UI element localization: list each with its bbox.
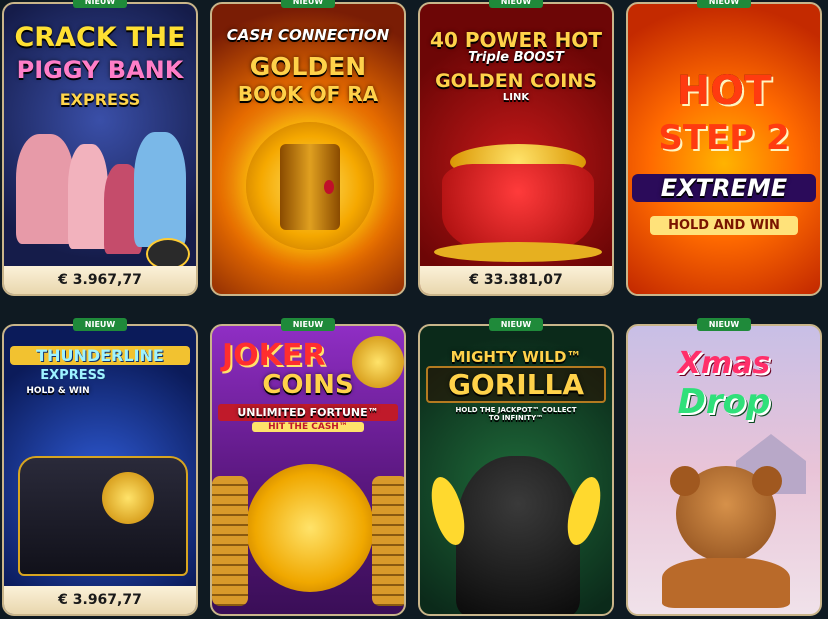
pig-character-image [68, 144, 108, 249]
game-title-line: GOLDEN COINS [435, 70, 597, 92]
game-title-line: CRACK THE [14, 22, 186, 53]
coin-stack-image [372, 476, 404, 606]
game-title-line: HOLD THE JACKPOT™ COLLECT TO INFINITY™ [455, 406, 577, 422]
jackpot-amount: € 33.381,07 [420, 266, 612, 294]
jackpot-amount: € 3.967,77 [4, 586, 196, 614]
game-title-line: 40 POWER HOT [430, 28, 602, 52]
game-title-line: MIGHTY WILD™ [450, 348, 582, 366]
game-tile-xmas-drop[interactable]: Xmas Drop [626, 324, 822, 616]
pig-character-image [16, 134, 74, 244]
teddy-ear-image [752, 466, 782, 496]
game-title-line: THUNDERLINE [10, 346, 190, 365]
game-artwork: MIGHTY WILD™ GORILLA HOLD THE JACKPOT™ C… [420, 326, 612, 614]
gorilla-image [456, 456, 580, 614]
new-badge: NIEUW [697, 318, 751, 331]
game-title-line: HOLD AND WIN [650, 216, 798, 235]
game-title-line: JOKER [222, 338, 326, 373]
game-title-line: HOT [676, 68, 772, 114]
game-tile-40-power-hot[interactable]: 40 POWER HOT Triple BOOST GOLDEN COINS L… [418, 2, 614, 296]
new-badge: NIEUW [73, 0, 127, 8]
new-badge: NIEUW [697, 0, 751, 8]
game-tile-crack-the-piggy-bank[interactable]: CRACK THE PIGGY BANK EXPRESS € 3.967,77 [2, 2, 198, 296]
game-title-line: Drop [677, 382, 771, 422]
new-badge: NIEUW [281, 0, 335, 8]
gold-coins-image [434, 242, 602, 262]
character-image [134, 132, 186, 247]
game-title-line: GORILLA [426, 366, 606, 403]
game-title-line: CASH CONNECTION [226, 26, 390, 44]
coin-stack-image [212, 476, 248, 606]
game-title-line: Xmas [677, 346, 771, 381]
game-grid: CRACK THE PIGGY BANK EXPRESS € 3.967,77 … [0, 0, 828, 619]
ruby-gem-image [324, 180, 334, 194]
game-tile-golden-book-of-ra[interactable]: CASH CONNECTION GOLDEN BOOK OF RA [210, 2, 406, 296]
game-title-line: EXPRESS [40, 368, 106, 383]
game-title-line: EXTREME [632, 174, 816, 202]
game-title-line: EXPRESS [59, 90, 141, 109]
game-title-line: UNLIMITED FORTUNE™ [218, 404, 398, 421]
game-title-line: GOLDEN [249, 52, 367, 81]
new-badge: NIEUW [489, 0, 543, 8]
teddy-body-image [662, 558, 790, 608]
new-badge: NIEUW [73, 318, 127, 331]
new-badge: NIEUW [281, 318, 335, 331]
game-artwork: 40 POWER HOT Triple BOOST GOLDEN COINS L… [420, 4, 612, 294]
game-artwork: HOT STEP 2 EXTREME HOLD AND WIN [628, 4, 820, 294]
gold-coin-image [352, 336, 404, 388]
game-artwork: JOKER COINS UNLIMITED FORTUNE™ HIT THE C… [212, 326, 404, 614]
game-tile-mighty-wild-gorilla[interactable]: MIGHTY WILD™ GORILLA HOLD THE JACKPOT™ C… [418, 324, 614, 616]
game-artwork: Xmas Drop [628, 326, 820, 614]
game-title-line: HOLD & WIN [26, 386, 90, 396]
train-image [18, 456, 188, 576]
joker-coin-image [246, 464, 374, 592]
teddy-ear-image [670, 466, 700, 496]
lightning-emblem-image [102, 472, 154, 524]
game-artwork: CASH CONNECTION GOLDEN BOOK OF RA [212, 4, 404, 294]
game-tile-hot-step-2[interactable]: HOT STEP 2 EXTREME HOLD AND WIN [626, 2, 822, 296]
game-title-line: LINK [502, 92, 530, 103]
jackpot-amount: € 3.967,77 [4, 266, 196, 294]
game-tile-thunderline-express[interactable]: THUNDERLINE EXPRESS HOLD & WIN € 3.967,7… [2, 324, 198, 616]
game-artwork: THUNDERLINE EXPRESS HOLD & WIN [4, 326, 196, 614]
game-title-line: BOOK OF RA [237, 82, 379, 106]
game-title-line: PIGGY BANK [16, 56, 184, 84]
game-title-line: STEP 2 [658, 118, 790, 158]
game-tile-joker-coins[interactable]: JOKER COINS UNLIMITED FORTUNE™ HIT THE C… [210, 324, 406, 616]
new-badge: NIEUW [489, 318, 543, 331]
game-title-line: HIT THE CASH™ [252, 422, 364, 432]
game-artwork: CRACK THE PIGGY BANK EXPRESS [4, 4, 196, 294]
game-title-line: Triple BOOST [468, 50, 564, 65]
